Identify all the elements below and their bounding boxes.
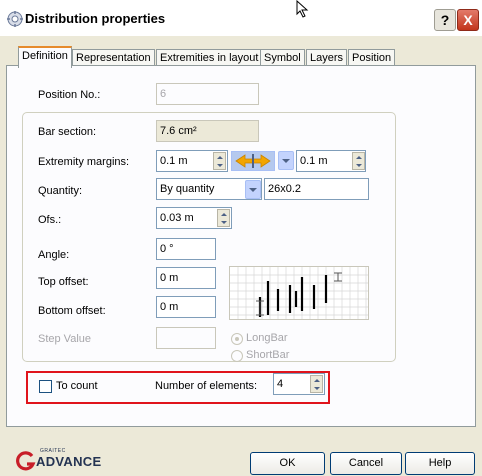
quantity-label: Quantity: [38, 185, 83, 197]
ofs-label: Ofs.: [38, 214, 62, 226]
shortbar-label: ShortBar [246, 349, 290, 361]
angle-label: Angle: [38, 249, 70, 261]
position-no-label: Position No.: [38, 89, 101, 101]
title-help-button[interactable]: ? [434, 9, 456, 31]
longbar-radio[interactable] [231, 333, 243, 345]
position-no-field: 6 [156, 83, 259, 105]
quantity-dropdown-button[interactable] [245, 180, 261, 199]
close-button[interactable]: X [457, 9, 479, 31]
tab-definition[interactable]: Definition [18, 46, 72, 68]
tab-strip: Definition Representation Extremities in… [0, 46, 482, 68]
close-icon: X [463, 12, 473, 28]
bottom-offset-label: Bottom offset: [38, 305, 106, 317]
stepper-up-icon [220, 212, 227, 216]
margin-link-button[interactable] [231, 151, 275, 171]
app-icon [7, 11, 23, 27]
stepper-down-icon [313, 386, 320, 390]
stepper-down-icon [355, 163, 362, 167]
to-count-checkbox[interactable] [39, 380, 52, 393]
top-offset-label: Top offset: [38, 276, 89, 288]
stepper-down-icon [216, 163, 223, 167]
bottom-offset-input[interactable]: 0 m [156, 296, 216, 318]
help-button[interactable]: Help [405, 452, 475, 475]
rebar-distribution-icon [230, 267, 368, 319]
ofs-stepper[interactable] [217, 209, 230, 227]
help-icon: ? [440, 12, 450, 28]
title-bar[interactable]: Distribution properties ? X [0, 0, 482, 36]
graitec-advance-logo: GRAITEC ADVANCE [16, 448, 102, 472]
stepper-up-icon [216, 155, 223, 159]
distribution-preview-image [229, 266, 369, 320]
longbar-label: LongBar [246, 332, 288, 344]
number-of-elements-label: Number of elements: [155, 380, 258, 392]
shortbar-radio[interactable] [231, 350, 243, 362]
top-offset-input[interactable]: 0 m [156, 267, 216, 289]
bar-section-label: Bar section: [38, 126, 97, 138]
window-title: Distribution properties [25, 11, 166, 26]
quantity-value-input[interactable]: 26x0.2 [264, 178, 369, 200]
to-count-label: To count [56, 380, 98, 392]
double-arrow-icon [235, 154, 271, 168]
step-value-field [156, 327, 216, 349]
logo-small-text: GRAITEC [40, 448, 66, 454]
number-of-elements-stepper[interactable] [310, 375, 323, 393]
cancel-button[interactable]: Cancel [330, 452, 402, 475]
margin-mode-dropdown[interactable] [278, 151, 294, 170]
stepper-up-icon [355, 155, 362, 159]
extremity-margin-left-stepper[interactable] [213, 152, 226, 170]
logo-text: ADVANCE [36, 453, 102, 469]
step-value-label: Step Value [38, 333, 92, 345]
extremity-margin-right-stepper[interactable] [352, 152, 365, 170]
extremity-margins-label: Extremity margins: [38, 156, 130, 168]
graitec-logo-icon [16, 451, 36, 471]
stepper-up-icon [313, 378, 320, 382]
distribution-properties-dialog: Distribution properties ? X Definition R… [0, 0, 482, 476]
bar-section-field: 7.6 cm² [156, 120, 259, 142]
angle-input[interactable]: 0 ° [156, 238, 216, 260]
ok-button[interactable]: OK [250, 452, 325, 475]
chevron-down-icon [249, 187, 257, 192]
chevron-down-icon [282, 158, 290, 163]
mouse-cursor-icon [296, 0, 309, 18]
stepper-down-icon [220, 220, 227, 224]
